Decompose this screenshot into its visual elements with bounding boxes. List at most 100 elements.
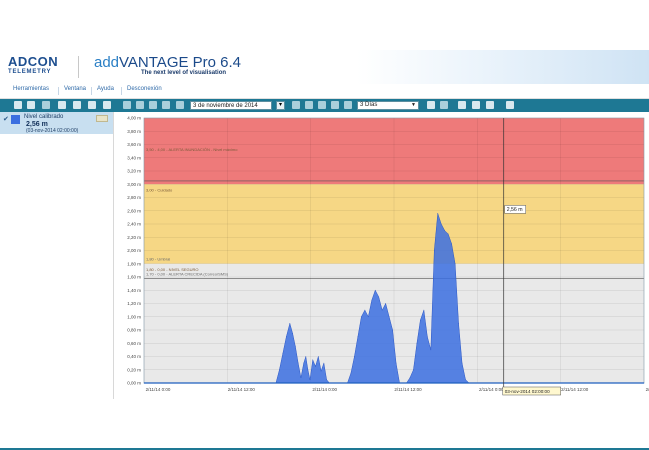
cursor-date-label: 03-nov-2014 02:00:00 — [505, 389, 550, 394]
data-point — [423, 309, 425, 311]
data-point — [392, 329, 393, 331]
y-tick-label: 0,20 m — [127, 367, 141, 372]
refresh-icon[interactable] — [440, 101, 448, 109]
checkmark-icon[interactable]: ✔ — [3, 115, 9, 123]
data-point — [323, 362, 325, 364]
copy-icon[interactable] — [73, 101, 81, 109]
chevron-down-icon: ▼ — [411, 102, 416, 108]
save-icon[interactable] — [14, 101, 22, 109]
layout-split-icon[interactable] — [472, 101, 480, 109]
data-point — [297, 362, 299, 364]
data-point — [420, 319, 421, 321]
last-period-icon[interactable] — [331, 101, 339, 109]
prev-icon[interactable] — [162, 101, 170, 109]
layout-single-icon[interactable] — [458, 101, 466, 109]
cursor-value-label: 2,56 m — [507, 207, 523, 213]
data-point — [426, 336, 428, 337]
y-tick-label: 3,20 m — [127, 169, 141, 174]
data-point — [385, 303, 387, 304]
data-point — [320, 370, 322, 372]
app-title: addVANTAGE Pro 6.4 — [94, 54, 241, 71]
y-tick-label: 1,20 m — [127, 301, 141, 306]
layout-grid-icon[interactable] — [486, 101, 494, 109]
data-point — [388, 316, 390, 318]
x-tick-label: 2/11/14 12:00 — [561, 387, 589, 392]
sensor-item[interactable]: ✔ Nivel calibrado 2,56 m (03-nov-2014 02… — [0, 112, 113, 134]
app-title-main: VANTAGE Pro 6.4 — [119, 54, 242, 71]
sensor-list-panel: ✔ Nivel calibrado 2,56 m (03-nov-2014 02… — [0, 112, 114, 399]
series-color-swatch — [11, 115, 20, 124]
data-point — [350, 372, 352, 374]
sensor-value: 2,56 m — [26, 121, 48, 128]
data-point — [279, 369, 280, 371]
period-select[interactable]: 3 Días ▼ — [357, 101, 419, 110]
data-point — [289, 323, 291, 324]
menu-herramientas[interactable]: Herramientas — [13, 86, 49, 92]
first-period-icon[interactable] — [123, 101, 131, 109]
data-point — [282, 352, 284, 354]
y-tick-label: 1,80 m — [127, 261, 141, 266]
sensor-name: Nivel calibrado — [24, 114, 64, 120]
y-tick-label: 3,80 m — [127, 129, 141, 134]
data-point — [451, 243, 452, 245]
next-icon[interactable] — [292, 101, 300, 109]
data-point — [447, 233, 449, 235]
data-point — [367, 316, 369, 318]
date-input[interactable]: 3 de noviembre de 2014 — [190, 101, 272, 110]
next-step-icon[interactable] — [305, 101, 313, 109]
app-title-prefix: add — [94, 54, 120, 71]
chart[interactable]: 3,50 - 4,00 - ALERTA INUNDACIÓN - Nivel … — [113, 112, 649, 399]
calendar-icon[interactable] — [176, 101, 184, 109]
data-point — [440, 223, 442, 225]
app-header: ADCON TELEMETRY addVANTAGE Pro 6.4 The n… — [0, 50, 649, 84]
band-label: 3,50 - 4,00 - ALERTA INUNDACIÓN - Nivel … — [146, 147, 238, 152]
x-tick-label: 2/11/14 0:00 — [146, 387, 171, 392]
data-point — [326, 379, 327, 381]
data-point — [309, 379, 311, 381]
data-point — [307, 369, 309, 371]
y-tick-label: 2,80 m — [127, 195, 141, 200]
date-dropdown-button[interactable]: ▾ — [276, 101, 285, 110]
settings-icon[interactable] — [506, 101, 514, 109]
x-tick-label: 2/11/14 0:00 — [479, 387, 504, 392]
menu-bar: Herramientas Ventana Ayuda Desconexión — [0, 84, 649, 99]
y-tick-label: 2,00 m — [127, 248, 141, 253]
band-label: 3,00 - Cuidado — [146, 187, 173, 192]
export-icon[interactable] — [58, 101, 66, 109]
app-window: ADCON TELEMETRY addVANTAGE Pro 6.4 The n… — [0, 50, 649, 450]
delete-icon[interactable] — [42, 101, 50, 109]
data-point — [317, 356, 319, 357]
menu-divider — [121, 87, 122, 95]
prev-step-icon[interactable] — [149, 101, 157, 109]
data-point — [354, 356, 355, 357]
data-point — [437, 213, 439, 214]
next-period-icon[interactable] — [318, 101, 326, 109]
app-tagline: The next level of visualisation — [141, 70, 227, 76]
data-point — [454, 263, 456, 265]
data-point — [357, 336, 359, 337]
prev-period-icon[interactable] — [136, 101, 144, 109]
save-as-icon[interactable] — [27, 101, 35, 109]
sensor-tool-icon[interactable] — [96, 115, 108, 122]
data-point — [465, 379, 466, 381]
y-tick-label: 1,60 m — [127, 275, 141, 280]
band-sublabel: 1,70 - 0,00 - ALERTA CRECIDA (Correo/SMS… — [146, 272, 229, 277]
y-tick-label: 3,40 m — [127, 155, 141, 160]
data-point — [381, 309, 383, 311]
data-point — [364, 309, 366, 311]
y-tick-label: 0,80 m — [127, 328, 141, 333]
data-point — [413, 369, 414, 371]
menu-ayuda[interactable]: Ayuda — [97, 86, 114, 92]
menu-ventana[interactable]: Ventana — [64, 86, 86, 92]
menu-desconexion[interactable]: Desconexión — [127, 86, 162, 92]
y-tick-label: 3,60 m — [127, 142, 141, 147]
y-tick-label: 0,00 m — [127, 381, 141, 386]
x-tick-label: 2/11/14 12:00 — [228, 387, 256, 392]
data-point — [286, 336, 287, 337]
data-point — [374, 289, 376, 291]
period-icon[interactable] — [344, 101, 352, 109]
data-point — [303, 362, 305, 364]
table-icon[interactable] — [103, 101, 111, 109]
print-icon[interactable] — [88, 101, 96, 109]
zoom-icon[interactable] — [427, 101, 435, 109]
